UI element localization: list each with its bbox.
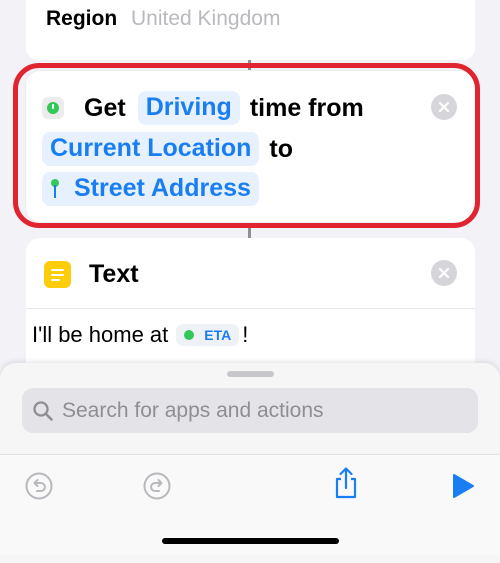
play-icon: [453, 474, 474, 498]
get-verb: Get: [84, 93, 126, 122]
text-action-divider: [26, 308, 475, 309]
to-text: to: [269, 134, 294, 163]
clock-icon: [42, 97, 64, 119]
text-body-suffix: !: [242, 322, 249, 347]
undo-icon: [25, 472, 53, 500]
region-parameter-card[interactable]: Region United Kingdom: [26, 0, 475, 60]
share-icon: [335, 467, 357, 499]
search-bar[interactable]: [22, 388, 478, 433]
share-button[interactable]: [329, 466, 363, 500]
remove-text-action-button[interactable]: [431, 260, 457, 286]
redo-icon: [143, 472, 171, 500]
run-button[interactable]: [446, 469, 480, 503]
get-action-line-2: Current Location to: [42, 132, 303, 166]
eta-variable-token[interactable]: ETA: [176, 324, 240, 346]
search-icon: [33, 400, 53, 421]
remove-get-action-button[interactable]: [431, 94, 457, 120]
search-input[interactable]: [62, 398, 442, 423]
get-mid-text: time from: [249, 93, 364, 122]
text-action[interactable]: Text I'll be home at ETA !: [26, 238, 475, 368]
sheet-grabber[interactable]: [227, 371, 274, 377]
text-action-title: Text: [89, 260, 139, 288]
undo-button[interactable]: [22, 469, 56, 503]
text-action-header: Text: [44, 260, 139, 289]
redo-button[interactable]: [140, 469, 174, 503]
clock-icon: [184, 330, 195, 340]
home-indicator: [162, 538, 339, 544]
editor-toolbar: [0, 454, 500, 554]
travel-mode-token[interactable]: Driving: [137, 91, 240, 125]
close-icon: [438, 101, 450, 113]
text-body-prefix: I'll be home at: [32, 322, 169, 347]
destination-label: Street Address: [74, 174, 251, 202]
get-action-line-3: Street Address: [42, 172, 259, 206]
map-pin-icon: [50, 178, 60, 199]
region-label: Region: [46, 7, 118, 30]
action-connector-bottom: [248, 222, 251, 238]
close-icon: [438, 267, 450, 279]
destination-token[interactable]: Street Address: [42, 172, 259, 206]
get-travel-time-action[interactable]: Get Driving time from Current Location t…: [26, 71, 475, 222]
get-action-line-1: Get Driving time from: [42, 91, 374, 125]
eta-label: ETA: [204, 327, 232, 343]
text-body-field[interactable]: I'll be home at ETA !: [32, 322, 248, 348]
region-row[interactable]: Region United Kingdom: [46, 7, 280, 31]
region-value[interactable]: United Kingdom: [131, 7, 280, 30]
origin-token[interactable]: Current Location: [42, 132, 260, 166]
notes-icon: [44, 261, 71, 288]
